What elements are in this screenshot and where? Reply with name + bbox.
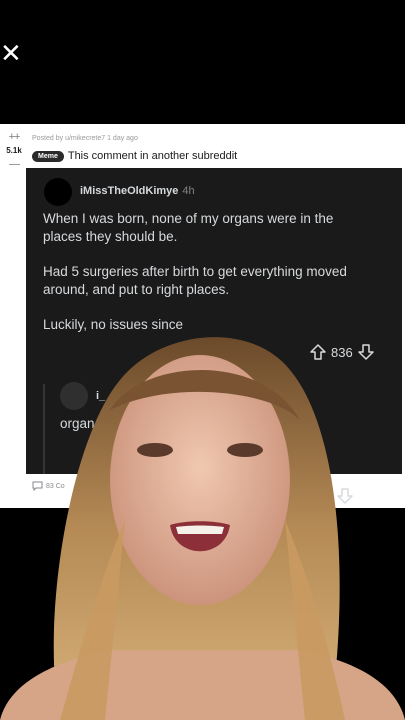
username[interactable]: iMissTheOldKimye	[80, 185, 178, 197]
post-title-row: Meme This comment in another subreddit	[32, 150, 237, 162]
video-frame: ✕ ++ 5.1k −− Posted by u/mikecrete7 1 da…	[0, 0, 405, 720]
comment-paragraph: Had 5 surgeries after birth to get every…	[43, 264, 347, 297]
post-meta: Posted by u/mikecrete7 1 day ago	[32, 135, 138, 142]
downvote-icon[interactable]: −−	[0, 158, 28, 172]
vote-column: ++ 5.1k −−	[0, 130, 28, 172]
creator-video	[0, 337, 405, 720]
upvote-icon[interactable]: ++	[0, 130, 28, 144]
post-score: 5.1k	[6, 146, 22, 155]
avatar	[44, 178, 72, 206]
comment-paragraph: When I was born, none of my organs were …	[43, 211, 334, 244]
comment-time: 4h	[182, 185, 195, 197]
comment-author: iMissTheOldKimye 4h	[80, 185, 195, 197]
close-icon[interactable]: ✕	[0, 40, 22, 66]
flair-badge: Meme	[32, 150, 64, 162]
post-title[interactable]: This comment in another subreddit	[68, 150, 237, 162]
